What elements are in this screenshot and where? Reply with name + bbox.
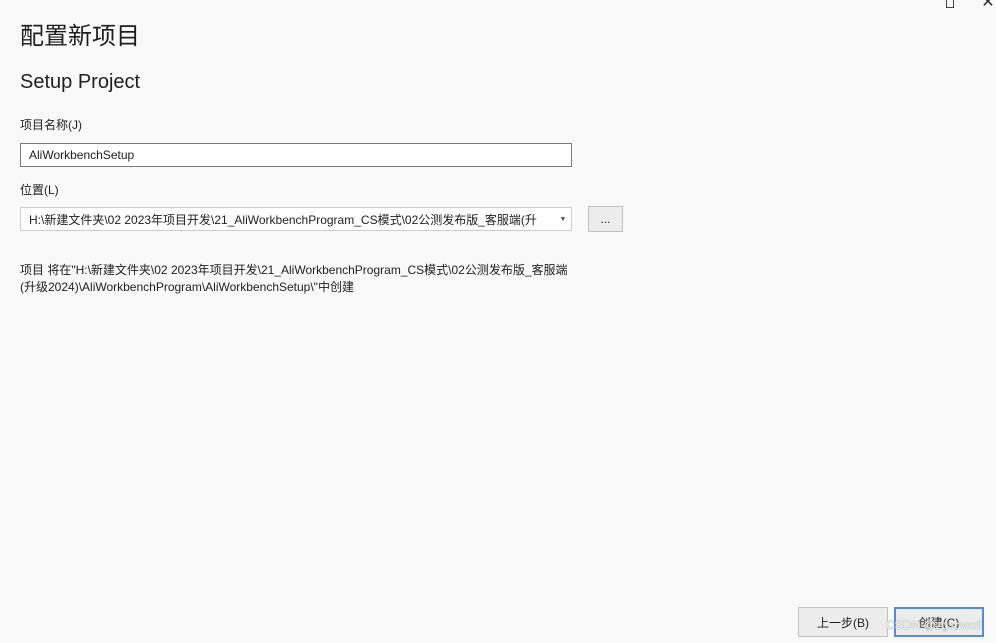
- project-path-info: 项目 将在"H:\新建文件夹\02 2023年项目开发\21_AliWorkbe…: [20, 263, 568, 294]
- watermark: CSDN @zgscwxd: [886, 618, 982, 632]
- location-label: 位置(L): [20, 183, 59, 197]
- maximize-icon: [946, 0, 954, 8]
- chevron-down-icon[interactable]: ▼: [555, 216, 571, 223]
- maximize-button[interactable]: [930, 0, 970, 10]
- location-value: H:\新建文件夹\02 2023年项目开发\21_AliWorkbenchPro…: [29, 212, 537, 227]
- project-name-input[interactable]: [20, 143, 572, 167]
- configure-project-window: ✕ 配置新项目 Setup Project 项目名称(J) 位置(L) H:\新…: [0, 0, 996, 643]
- project-name-label: 项目名称(J): [20, 118, 82, 132]
- close-button[interactable]: ✕: [968, 0, 996, 10]
- close-icon: ✕: [981, 0, 995, 11]
- page-title: 配置新项目: [20, 23, 140, 50]
- location-combobox[interactable]: H:\新建文件夹\02 2023年项目开发\21_AliWorkbenchPro…: [20, 207, 572, 231]
- template-name: Setup Project: [20, 71, 141, 93]
- browse-button[interactable]: ...: [588, 206, 623, 232]
- back-button[interactable]: 上一步(B): [798, 607, 888, 637]
